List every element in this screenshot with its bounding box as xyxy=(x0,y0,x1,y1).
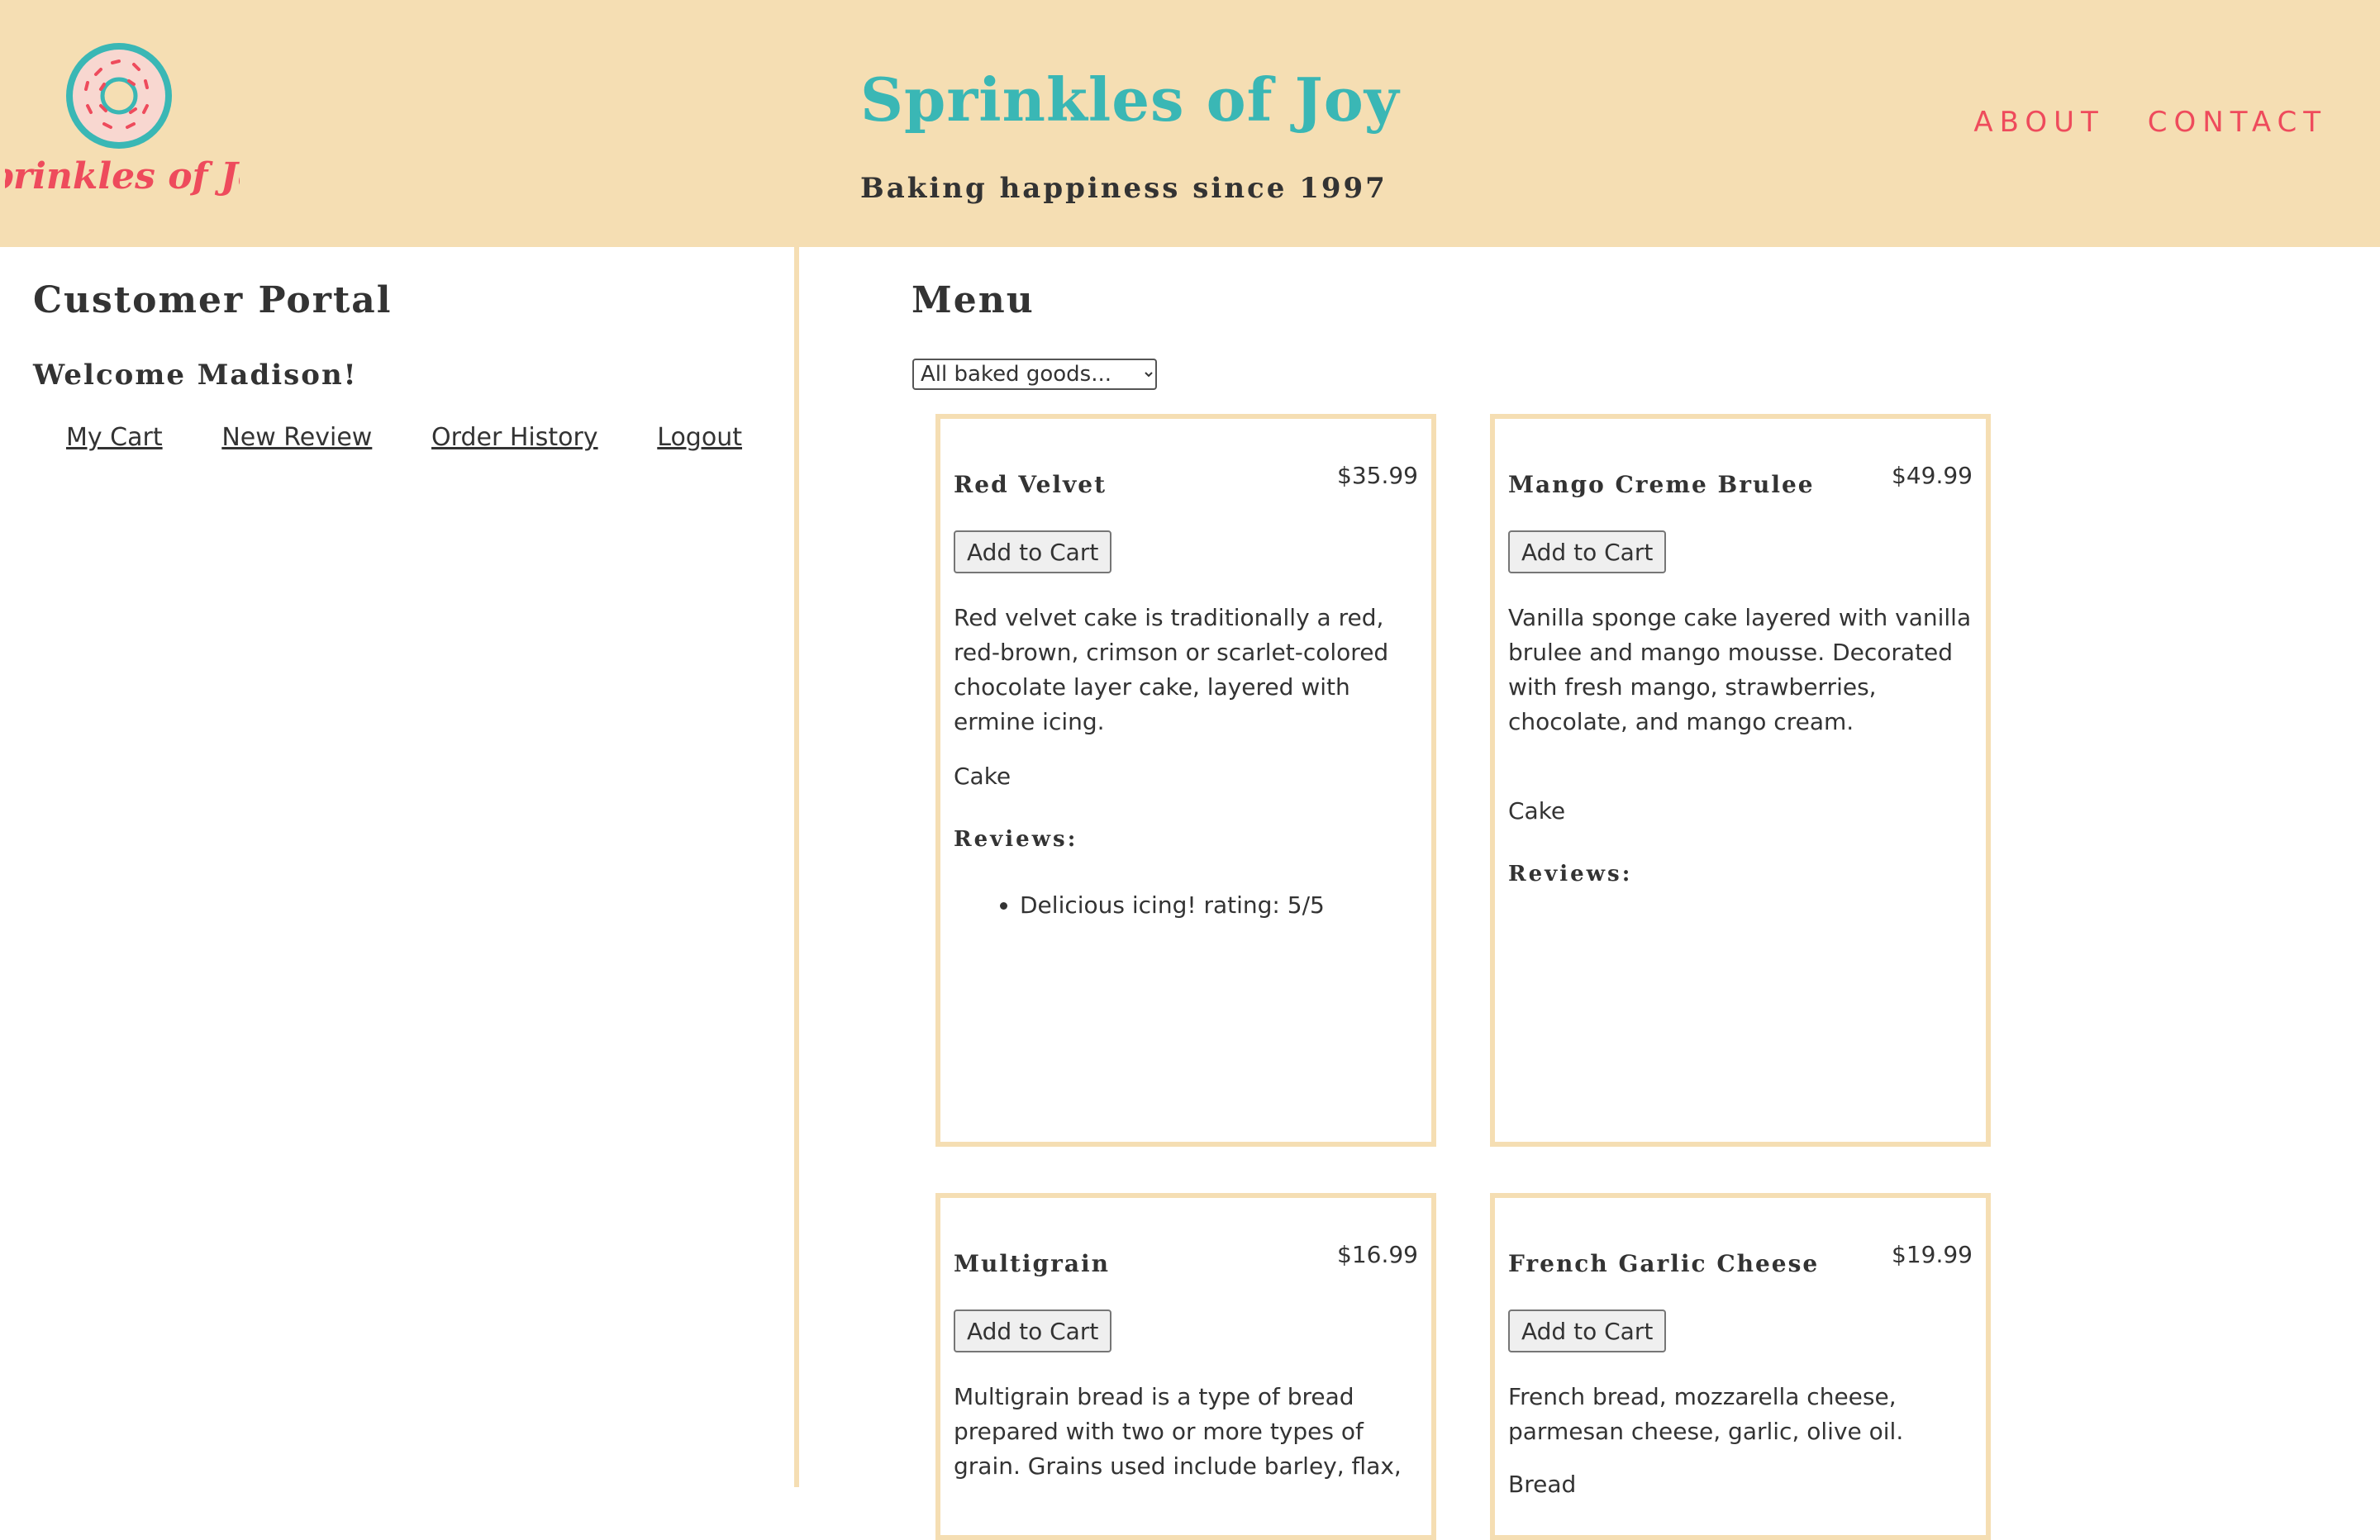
add-to-cart-button[interactable]: Add to Cart xyxy=(954,1309,1112,1352)
column-divider xyxy=(794,247,799,1487)
product-category: Cake xyxy=(1508,797,1566,825)
my-cart-link[interactable]: My Cart xyxy=(66,423,163,452)
nav-contact-link[interactable]: CONTACT xyxy=(2148,106,2327,139)
product-description: Red velvet cake is traditionally a red, … xyxy=(954,604,1389,735)
product-price: $19.99 xyxy=(1892,1241,1973,1268)
review-item: Delicious icing! rating: 5/5 xyxy=(1020,891,1325,919)
product-name: French Garlic Cheese xyxy=(1508,1250,1820,1277)
new-review-link[interactable]: New Review xyxy=(221,423,372,452)
reviews-list: Delicious icing! rating: 5/5 xyxy=(954,891,1325,919)
product-description: Vanilla sponge cake layered with vanilla… xyxy=(1508,604,1972,735)
product-card: French Garlic Cheese $19.99 Add to Cart … xyxy=(1490,1193,1991,1540)
product-price: $16.99 xyxy=(1337,1241,1418,1268)
product-description: French bread, mozzarella cheese, parmesa… xyxy=(1508,1383,1904,1445)
nav-about-link[interactable]: ABOUT xyxy=(1973,106,2104,139)
add-to-cart-button[interactable]: Add to Cart xyxy=(1508,1309,1667,1352)
order-history-link[interactable]: Order History xyxy=(431,423,598,452)
donut-logo-icon[interactable]: Sprinkles of Joy xyxy=(5,41,240,212)
product-description: Multigrain bread is a type of bread prep… xyxy=(954,1383,1402,1480)
product-category: Bread xyxy=(1508,1471,1577,1498)
site-header: Sprinkles of Joy Sprinkles of Joy Baking… xyxy=(0,0,2380,247)
top-nav: ABOUT CONTACT xyxy=(1973,106,2327,139)
add-to-cart-button[interactable]: Add to Cart xyxy=(954,530,1112,573)
menu-title: Menu xyxy=(912,279,1035,321)
logo-text: Sprinkles of Joy xyxy=(5,155,240,197)
add-to-cart-button[interactable]: Add to Cart xyxy=(1508,530,1667,573)
reviews-heading: Reviews: xyxy=(954,827,1078,852)
reviews-heading: Reviews: xyxy=(1508,862,1633,886)
product-category: Cake xyxy=(954,763,1011,790)
product-price: $49.99 xyxy=(1892,462,1973,489)
welcome-message: Welcome Madison! xyxy=(33,359,358,392)
product-price: $35.99 xyxy=(1337,462,1418,489)
product-name: Red Velvet xyxy=(954,471,1107,498)
site-title: Sprinkles of Joy xyxy=(860,64,1400,135)
portal-title: Customer Portal xyxy=(33,279,393,321)
product-card: Red Velvet $35.99 Add to Cart Red velvet… xyxy=(935,414,1436,1147)
logout-link[interactable]: Logout xyxy=(657,423,742,452)
product-filter-select[interactable]: All baked goods... xyxy=(912,359,1157,390)
site-tagline: Baking happiness since 1997 xyxy=(860,172,1388,205)
portal-links: My Cart New Review Order History Logout xyxy=(66,423,742,452)
product-card: Mango Creme Brulee $49.99 Add to Cart Va… xyxy=(1490,414,1991,1147)
product-card: Multigrain $16.99 Add to Cart Multigrain… xyxy=(935,1193,1436,1540)
product-name: Multigrain xyxy=(954,1250,1111,1277)
product-name: Mango Creme Brulee xyxy=(1508,471,1815,498)
